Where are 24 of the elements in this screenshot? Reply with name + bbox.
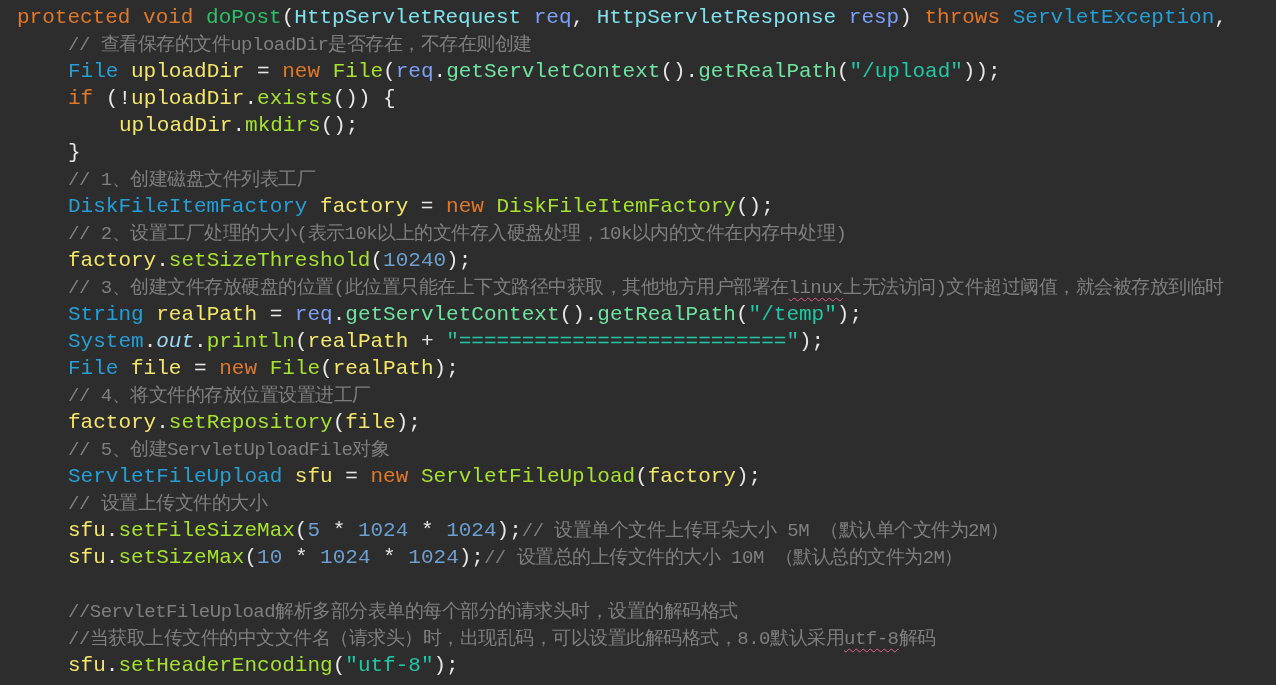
code-line: sfu.setSizeMax(10 * 1024 * 1024);// 设置总的上传文件的大小 10M （默认总的文件为2M） <box>68 545 963 571</box>
code-line: File uploadDir = new File(req.getServletContext().getRealPath("/upload")); <box>68 59 1001 85</box>
code-line: protected void doPost(HttpServletRequest req, HttpServletResponse resp) throws ServletException, <box>17 5 1227 31</box>
code-line: // 3、创建文件存放硬盘的位置(此位置只能在上下文路径中获取，其他地方用户部署在linux上无法访问)文件超过阈值，就会被存放到临时 <box>68 276 1224 301</box>
code-line: ServletFileUpload sfu = new ServletFileUpload(factory); <box>68 464 762 490</box>
code-line: factory.setRepository(file); <box>68 410 421 436</box>
code-line: //ServletFileUpload解析多部分表单的每个部分的请求头时，设置的解码格式 <box>68 600 738 625</box>
code-line: factory.setSizeThreshold(10240); <box>68 248 472 274</box>
code-line: if (!uploadDir.exists()) { <box>68 86 396 112</box>
code-line: // 2、设置工厂处理的大小(表示10k以上的文件存入硬盘处理，10k以内的文件在内存中处理) <box>68 222 847 247</box>
code-line: // 1、创建磁盘文件列表工厂 <box>68 168 316 193</box>
code-line: sfu.setFileSizeMax(5 * 1024 * 1024);// 设置单个文件上传耳朵大小 5M （默认单个文件为2M） <box>68 518 1009 544</box>
code-line: // 5、创建ServletUploadFile对象 <box>68 438 390 463</box>
code-line: //当获取上传文件的中文文件名（请求头）时，出现乱码，可以设置此解码格式，8.0默认采用utf-8解码 <box>68 627 936 652</box>
code-line: String realPath = req.getServletContext().getRealPath("/temp"); <box>68 302 862 328</box>
code-line: File file = new File(realPath); <box>68 356 459 382</box>
code-line: // 查看保存的文件uploadDir是否存在，不存在则创建 <box>68 33 532 58</box>
code-line: uploadDir.mkdirs(); <box>119 113 359 139</box>
code-line: // 4、将文件的存放位置设置进工厂 <box>68 384 371 409</box>
code-line: sfu.setHeaderEncoding("utf-8"); <box>68 653 459 679</box>
code-line: System.out.println(realPath + "=========================="); <box>68 329 825 355</box>
code-line: // 设置上传文件的大小 <box>68 492 268 517</box>
code-line: DiskFileItemFactory factory = new DiskFileItemFactory(); <box>68 194 774 220</box>
code-line: } <box>68 140 81 166</box>
